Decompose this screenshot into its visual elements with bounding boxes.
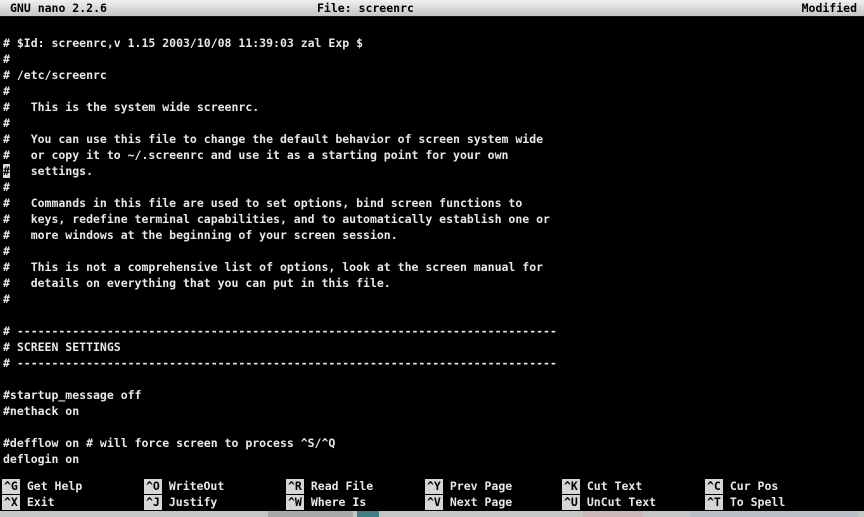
- shortcut-ctrl-r: ^R Read File: [286, 479, 373, 495]
- background-window-pink-patch: [583, 511, 643, 517]
- nano-title-bar: GNU nano 2.2.6 File: screenrc Modified: [0, 0, 864, 17]
- editor-line: # $Id: screenrc,v 1.15 2003/10/08 11:39:…: [3, 35, 864, 51]
- shortcut-ctrl-w: ^W Where Is: [286, 495, 366, 511]
- shortcut-key-badge: ^U: [562, 495, 580, 510]
- editor-line: # --------------------------------------…: [3, 355, 864, 371]
- shortcut-ctrl-y: ^Y Prev Page: [425, 479, 512, 495]
- shortcut-label: Get Help: [27, 479, 82, 493]
- editor-line: # SCREEN SETTINGS: [3, 339, 864, 355]
- shortcut-key-badge: ^R: [286, 479, 304, 494]
- editor-line: #: [3, 179, 864, 195]
- editor-line: [3, 371, 864, 387]
- shortcut-ctrl-v: ^V Next Page: [425, 495, 512, 511]
- editor-lines: # $Id: screenrc,v 1.15 2003/10/08 11:39:…: [3, 35, 864, 467]
- shortcut-ctrl-o: ^O WriteOut: [144, 479, 224, 495]
- editor-line: #: [3, 51, 864, 67]
- editor-line: [3, 307, 864, 323]
- shortcut-ctrl-u: ^U UnCut Text: [562, 495, 656, 511]
- shortcut-label: Read File: [311, 479, 373, 493]
- editor-line: #: [3, 115, 864, 131]
- background-window-blue-patch: [690, 511, 858, 517]
- shortcut-ctrl-c: ^C Cur Pos: [705, 479, 778, 495]
- shortcut-key-badge: ^G: [2, 479, 20, 494]
- shortcut-label: WriteOut: [169, 479, 224, 493]
- shortcut-label: Next Page: [450, 495, 512, 509]
- editor-line: # --------------------------------------…: [3, 323, 864, 339]
- editor-line: #nethack on: [3, 403, 864, 419]
- editor-line: # You can use this file to change the de…: [3, 131, 864, 147]
- editor-line: # more windows at the beginning of your …: [3, 227, 864, 243]
- editor-line: #: [3, 243, 864, 259]
- editor-line: #defflow on # will force screen to proce…: [3, 435, 864, 451]
- shortcut-key-badge: ^J: [144, 495, 162, 510]
- shortcut-ctrl-t: ^T To Spell: [705, 495, 785, 511]
- shortcut-label: Justify: [169, 495, 217, 509]
- editor-line: # Commands in this file are used to set …: [3, 195, 864, 211]
- editor-line: # /etc/screenrc: [3, 67, 864, 83]
- nano-terminal-window[interactable]: GNU nano 2.2.6 File: screenrc Modified #…: [0, 0, 864, 517]
- shortcut-key-badge: ^O: [144, 479, 162, 494]
- background-window-sliver: [0, 511, 864, 517]
- shortcut-help-bar: ^G Get Help ^O WriteOut ^R Read File ^Y Prev Pa…: [0, 479, 864, 511]
- shortcut-key-badge: ^X: [2, 495, 20, 510]
- editor-line: #: [3, 83, 864, 99]
- background-window-teal-patch: [357, 511, 379, 517]
- text-cursor: #: [3, 164, 10, 178]
- editor-line: [3, 419, 864, 435]
- shortcut-label: Where Is: [311, 495, 366, 509]
- shortcut-label: Cur Pos: [730, 479, 778, 493]
- shortcut-ctrl-x: ^X Exit: [2, 495, 55, 511]
- editor-line: # keys, redefine terminal capabilities, …: [3, 211, 864, 227]
- shortcut-label: UnCut Text: [587, 495, 656, 509]
- shortcut-ctrl-j: ^J Justify: [144, 495, 217, 511]
- editor-line: # or copy it to ~/.screenrc and use it a…: [3, 147, 864, 163]
- editor-line: deflogin on: [3, 451, 864, 467]
- editor-line: # settings.: [3, 163, 864, 179]
- shortcut-label: Cut Text: [587, 479, 642, 493]
- modified-status-badge: Modified: [802, 0, 857, 16]
- shortcut-ctrl-k: ^K Cut Text: [562, 479, 642, 495]
- app-version-title: GNU nano 2.2.6: [10, 0, 107, 16]
- shortcut-key-badge: ^V: [425, 495, 443, 510]
- editor-line: # This is the system wide screenrc.: [3, 99, 864, 115]
- shortcut-ctrl-g: ^G Get Help: [2, 479, 82, 495]
- shortcut-label: To Spell: [730, 495, 785, 509]
- editor-text-area[interactable]: # $Id: screenrc,v 1.15 2003/10/08 11:39:…: [3, 35, 864, 467]
- editor-line: #: [3, 291, 864, 307]
- editor-line: #startup_message off: [3, 387, 864, 403]
- shortcut-key-badge: ^Y: [425, 479, 443, 494]
- shortcut-key-badge: ^K: [562, 479, 580, 494]
- shortcut-label: Prev Page: [450, 479, 512, 493]
- background-window-gray-patch: [268, 511, 353, 517]
- shortcut-label: Exit: [27, 495, 55, 509]
- shortcut-key-badge: ^T: [705, 495, 723, 510]
- shortcut-key-badge: ^W: [286, 495, 304, 510]
- editor-line: # details on everything that you can put…: [3, 275, 864, 291]
- shortcut-key-badge: ^C: [705, 479, 723, 494]
- open-file-name: File: screenrc: [317, 0, 414, 16]
- editor-line: # This is not a comprehensive list of op…: [3, 259, 864, 275]
